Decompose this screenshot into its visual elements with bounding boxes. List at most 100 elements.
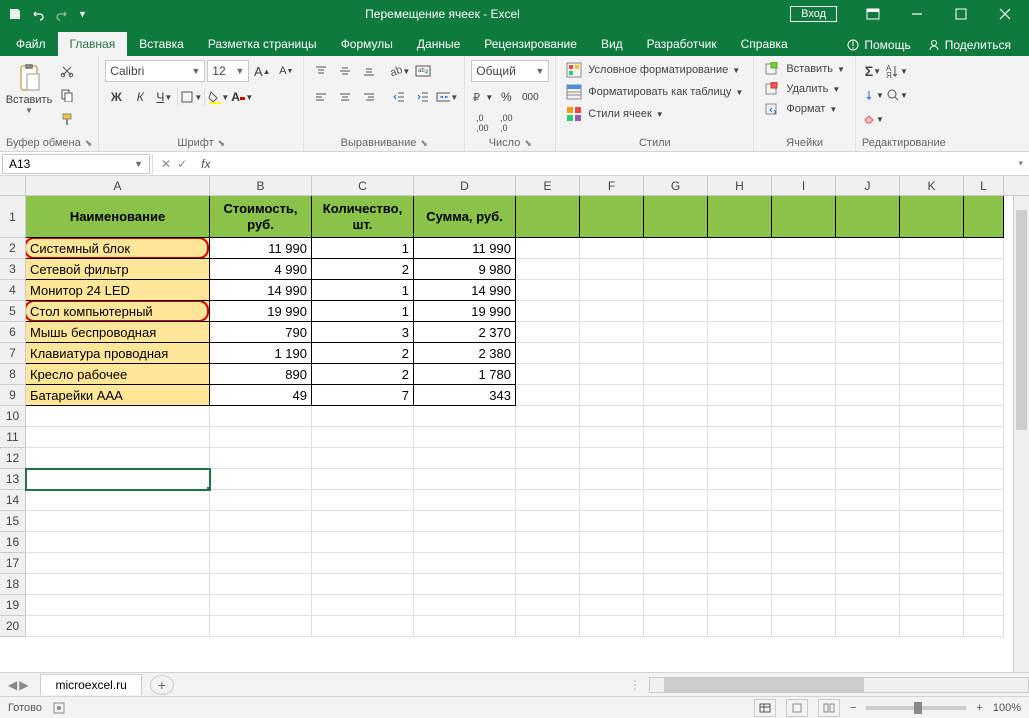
percent-icon[interactable]: % xyxy=(495,86,517,108)
cell[interactable]: 343 xyxy=(414,385,516,406)
cell[interactable]: 1 780 xyxy=(414,364,516,385)
cell[interactable]: 4 990 xyxy=(210,259,312,280)
cell[interactable] xyxy=(772,259,836,280)
cell[interactable] xyxy=(900,322,964,343)
cell[interactable] xyxy=(644,301,708,322)
cell[interactable] xyxy=(516,322,580,343)
cell[interactable] xyxy=(964,385,1004,406)
cell[interactable] xyxy=(900,301,964,322)
cell[interactable]: 1 xyxy=(312,238,414,259)
cell[interactable] xyxy=(580,322,644,343)
row-header[interactable]: 10 xyxy=(0,406,26,427)
col-header-E[interactable]: E xyxy=(516,176,580,195)
cell[interactable] xyxy=(580,595,644,616)
cell[interactable] xyxy=(836,343,900,364)
redo-icon[interactable] xyxy=(54,7,70,21)
cell[interactable] xyxy=(708,553,772,574)
cell[interactable] xyxy=(964,343,1004,364)
col-header-D[interactable]: D xyxy=(414,176,516,195)
cell[interactable] xyxy=(708,595,772,616)
align-left-icon[interactable] xyxy=(310,86,332,108)
cell[interactable]: 19 990 xyxy=(414,301,516,322)
cell[interactable] xyxy=(516,616,580,637)
row-header[interactable]: 15 xyxy=(0,511,26,532)
cell[interactable] xyxy=(414,448,516,469)
cell[interactable] xyxy=(644,259,708,280)
cell[interactable] xyxy=(900,574,964,595)
cell[interactable] xyxy=(772,616,836,637)
cell[interactable] xyxy=(580,574,644,595)
qat-dropdown-icon[interactable]: ▼ xyxy=(78,9,87,19)
cell[interactable]: Стол компьютерный xyxy=(26,301,210,322)
cell[interactable] xyxy=(836,469,900,490)
cell[interactable] xyxy=(644,511,708,532)
cell[interactable] xyxy=(900,595,964,616)
row-header[interactable]: 9 xyxy=(0,385,26,406)
font-color-icon[interactable]: A▼ xyxy=(231,86,253,108)
col-header-I[interactable]: I xyxy=(772,176,836,195)
cell[interactable] xyxy=(414,574,516,595)
cell[interactable]: Наименование xyxy=(26,196,210,238)
cell[interactable] xyxy=(772,595,836,616)
format-table-button[interactable]: Форматировать как таблицу▼ xyxy=(562,82,747,102)
select-all-corner[interactable] xyxy=(0,176,26,195)
cell[interactable] xyxy=(210,406,312,427)
cell[interactable] xyxy=(580,196,644,238)
cell[interactable]: Системный блок xyxy=(26,238,210,259)
cell[interactable] xyxy=(772,511,836,532)
row-header[interactable]: 13 xyxy=(0,469,26,490)
cell[interactable] xyxy=(26,427,210,448)
tab-вид[interactable]: Вид xyxy=(589,32,635,56)
format-painter-icon[interactable] xyxy=(56,108,78,130)
cell[interactable] xyxy=(580,406,644,427)
cell[interactable]: 1 190 xyxy=(210,343,312,364)
cell[interactable] xyxy=(644,238,708,259)
cell[interactable] xyxy=(708,238,772,259)
decrease-font-icon[interactable]: A▼ xyxy=(275,60,297,82)
font-launcher-icon[interactable]: ⬊ xyxy=(218,138,226,149)
cell[interactable] xyxy=(964,448,1004,469)
tab-формулы[interactable]: Формулы xyxy=(329,32,405,56)
cell[interactable] xyxy=(964,196,1004,238)
cell[interactable] xyxy=(964,511,1004,532)
cell[interactable] xyxy=(836,448,900,469)
tab-разметка страницы[interactable]: Разметка страницы xyxy=(196,32,329,56)
close-icon[interactable] xyxy=(985,0,1025,28)
horizontal-scrollbar[interactable] xyxy=(649,677,1029,693)
cell[interactable] xyxy=(708,280,772,301)
cell[interactable] xyxy=(772,532,836,553)
cell[interactable] xyxy=(580,301,644,322)
cell[interactable] xyxy=(900,553,964,574)
vertical-scrollbar[interactable] xyxy=(1013,196,1029,672)
cell[interactable] xyxy=(516,385,580,406)
share-button[interactable]: Поделиться xyxy=(921,34,1017,56)
cell[interactable] xyxy=(964,427,1004,448)
cell[interactable] xyxy=(708,448,772,469)
cell[interactable] xyxy=(644,406,708,427)
cell[interactable] xyxy=(900,616,964,637)
cell[interactable] xyxy=(312,427,414,448)
cell[interactable]: 14 990 xyxy=(414,280,516,301)
row-header[interactable]: 18 xyxy=(0,574,26,595)
cell[interactable] xyxy=(836,595,900,616)
cell[interactable]: 2 xyxy=(312,259,414,280)
cell[interactable] xyxy=(836,280,900,301)
worksheet-grid[interactable]: ABCDEFGHIJKL 1НаименованиеСтоимость, руб… xyxy=(0,176,1029,672)
alignment-launcher-icon[interactable]: ⬊ xyxy=(420,138,428,149)
formula-input[interactable] xyxy=(216,154,1012,174)
cell[interactable]: Батарейки AAA xyxy=(26,385,210,406)
cell[interactable] xyxy=(900,532,964,553)
cell[interactable] xyxy=(414,595,516,616)
cell[interactable] xyxy=(312,595,414,616)
cell[interactable] xyxy=(708,301,772,322)
wrap-text-icon[interactable]: ab xyxy=(412,60,434,82)
cell[interactable] xyxy=(210,574,312,595)
number-launcher-icon[interactable]: ⬊ xyxy=(524,138,532,149)
row-header[interactable]: 2 xyxy=(0,238,26,259)
cell[interactable]: 2 370 xyxy=(414,322,516,343)
cell[interactable]: 2 380 xyxy=(414,343,516,364)
cell[interactable] xyxy=(708,469,772,490)
col-header-G[interactable]: G xyxy=(644,176,708,195)
sheet-nav-prev-icon[interactable]: ◀ xyxy=(8,678,17,692)
cell[interactable] xyxy=(900,259,964,280)
